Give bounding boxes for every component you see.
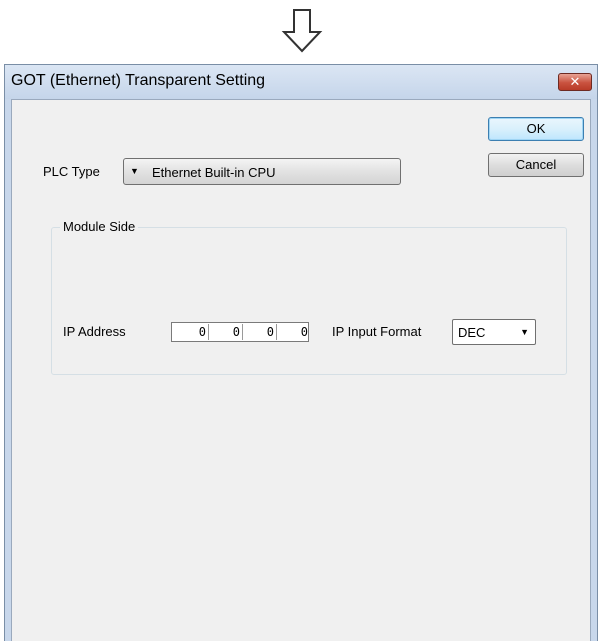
ip-octet-3[interactable]: 0	[240, 324, 274, 340]
ip-address-label: IP Address	[63, 324, 126, 339]
ip-octet-4[interactable]: 0	[274, 324, 308, 340]
module-side-label: Module Side	[60, 219, 139, 234]
dialog-window: GOT (Ethernet) Transparent Setting ✕ OK …	[4, 64, 598, 641]
close-icon: ✕	[569, 74, 581, 89]
ip-octet-2[interactable]: 0	[206, 324, 240, 340]
down-arrow-icon	[280, 8, 324, 54]
plc-type-dropdown[interactable]: ▼ Ethernet Built-in CPU	[123, 158, 401, 185]
cancel-button[interactable]: Cancel	[488, 153, 584, 177]
ip-address-field[interactable]: 0 0 0 0	[171, 322, 309, 342]
ok-button[interactable]: OK	[488, 117, 584, 141]
chevron-down-icon: ▼	[520, 327, 529, 337]
plc-type-label: PLC Type	[43, 164, 100, 179]
module-side-group: Module Side IP Address 0 0 0 0 IP Input …	[51, 219, 567, 375]
dialog-client-area: OK Cancel PLC Type ▼ Ethernet Built-in C…	[11, 99, 591, 641]
title-bar[interactable]: GOT (Ethernet) Transparent Setting ✕	[5, 65, 597, 99]
close-button[interactable]: ✕	[558, 73, 592, 91]
ip-input-format-label: IP Input Format	[332, 324, 422, 339]
ip-octet-1[interactable]: 0	[172, 324, 206, 340]
plc-type-value: Ethernet Built-in CPU	[152, 165, 276, 180]
dropdown-caret-icon: ▼	[130, 166, 139, 176]
dialog-title: GOT (Ethernet) Transparent Setting	[11, 72, 266, 89]
ip-input-format-value: DEC	[458, 325, 486, 340]
ip-input-format-dropdown[interactable]: DEC ▼	[452, 319, 536, 345]
